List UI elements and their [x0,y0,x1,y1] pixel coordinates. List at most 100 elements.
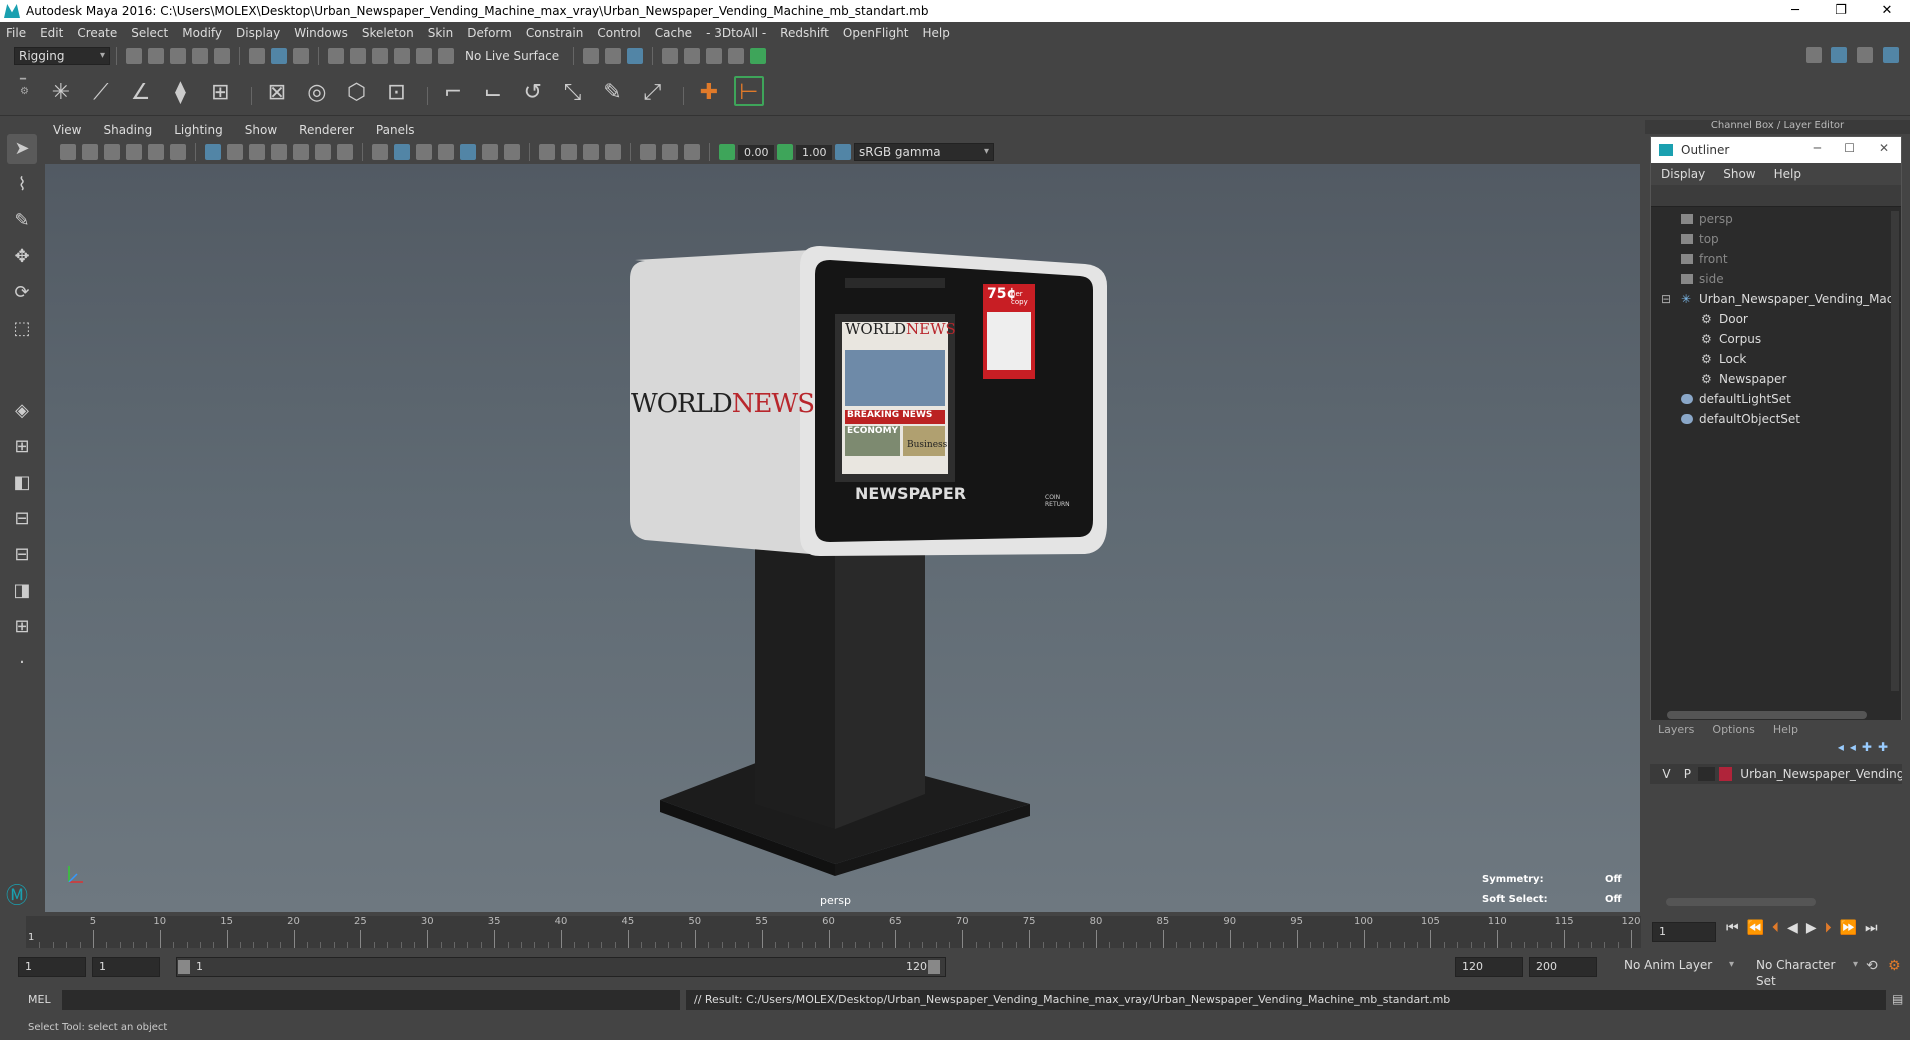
snap-curve-icon[interactable] [350,48,366,64]
paint-select-tool-icon[interactable]: ✎ [7,206,37,236]
step-back-key-icon[interactable]: ⏪ [1747,920,1772,936]
default-lighting-icon[interactable] [416,144,432,160]
outliner-item-persp[interactable]: persp [1651,209,1901,229]
channel-box-icon[interactable] [1883,47,1899,63]
layer-horizontal-scrollbar[interactable] [1666,898,1816,906]
move-layer-down-icon[interactable]: ◂ [1850,740,1862,754]
range-slider-end-handle[interactable] [928,960,940,974]
multisample-aa-icon[interactable] [561,144,577,160]
open-scene-icon[interactable] [148,48,164,64]
safe-title-icon[interactable] [337,144,353,160]
persp-outliner-layout-icon[interactable]: ◧ [7,468,37,498]
layer-row[interactable]: V P Urban_Newspaper_Vending_ [1650,764,1902,784]
close-button[interactable]: ✕ [1864,0,1910,22]
new-layer-icon[interactable]: ✚ [1862,740,1878,754]
character-set-dropdown[interactable]: No Character Set [1752,957,1862,988]
panel-menu-renderer[interactable]: Renderer [299,123,354,137]
outliner-item-top[interactable]: top [1651,229,1901,249]
grease-pencil-icon[interactable] [170,144,186,160]
remove-influence-icon[interactable]: ⤢ [637,78,667,108]
menu-3dtoall[interactable]: - 3DtoAll - [706,26,766,40]
panel-menu-shading[interactable]: Shading [103,123,152,137]
outliner-search-input[interactable] [1651,185,1901,207]
render-view-icon[interactable] [662,48,679,64]
menu-create[interactable]: Create [77,26,117,40]
select-camera-icon[interactable] [60,144,76,160]
tool-settings-icon[interactable] [1857,47,1874,63]
persp-graph-layout-icon[interactable]: ⊟ [7,504,37,534]
step-forward-key-icon[interactable]: ⏩ [1840,920,1865,936]
depth-of-field-icon[interactable] [583,144,599,160]
gate-mask-icon[interactable] [271,144,287,160]
layer-menu-help[interactable]: Help [1773,723,1798,736]
layer-name[interactable]: Urban_Newspaper_Vending_ [1740,767,1902,781]
collapse-icon[interactable]: ⊟ [1661,289,1671,309]
outliner-item-newspaper[interactable]: ⚙ Newspaper [1651,369,1901,389]
hypershade-layout-icon[interactable]: ⊟ [7,540,37,570]
outliner-vertical-scrollbar[interactable] [1891,211,1899,691]
new-layer-selected-icon[interactable]: ✚ [1878,740,1894,754]
outliner-item-door[interactable]: ⚙ Door [1651,309,1901,329]
wrap-deformer-icon[interactable]: ⊡ [381,78,411,108]
restore-button[interactable]: ❐ [1818,0,1864,22]
select-component-icon[interactable] [293,48,309,64]
construction-history-icon[interactable] [605,48,622,64]
outliner-horizontal-scrollbar[interactable] [1667,711,1867,719]
attribute-editor-icon[interactable] [1831,47,1848,63]
smooth-shade-icon[interactable] [394,144,410,160]
single-perspective-view-icon[interactable]: ◈ [7,396,37,426]
outliner-menu-help[interactable]: Help [1774,167,1801,181]
make-live-icon[interactable] [438,48,454,64]
menu-modify[interactable]: Modify [182,26,222,40]
layer-menu-options[interactable]: Options [1712,723,1754,736]
perspective-viewport[interactable]: WORLDNEWS WORLDNEWS BREAKING NEWS ECONOM… [45,164,1640,912]
play-forwards-icon[interactable]: ▶ [1806,920,1825,936]
menu-windows[interactable]: Windows [294,26,348,40]
add-influence-icon[interactable]: ✎ [597,78,627,108]
camera-attributes-icon[interactable] [82,144,98,160]
bind-skin-icon[interactable]: ⌐ [438,78,468,108]
xray-icon[interactable] [640,144,656,160]
screen-space-ao-icon[interactable] [504,144,520,160]
command-language-label[interactable]: MEL [28,993,51,1006]
shadows-icon[interactable] [482,144,498,160]
2d-pan-zoom-icon[interactable] [148,144,164,160]
playback-end-field[interactable]: 120 [1455,957,1523,977]
blend-shape-icon[interactable]: ◎ [302,78,332,108]
menu-deform[interactable]: Deform [467,26,512,40]
ik-handle-icon[interactable]: ⟋ [86,78,116,108]
film-gate-icon[interactable] [227,144,243,160]
shelf-options-icon[interactable]: ━ ⚙ [20,74,34,110]
safe-action-icon[interactable] [315,144,331,160]
menu-cache[interactable]: Cache [655,26,692,40]
ik-spline-icon[interactable]: ∠ [126,78,156,108]
go-to-start-icon[interactable]: ⏮ [1726,920,1747,936]
outliner-menu-show[interactable]: Show [1723,167,1755,181]
render-current-icon[interactable] [684,48,701,64]
outliner-menu-display[interactable]: Display [1661,167,1705,181]
exposure-value[interactable]: 0.00 [738,144,774,160]
redo-icon[interactable] [214,48,230,64]
outliner-close-button[interactable]: ✕ [1879,141,1889,155]
gamma-value[interactable]: 1.00 [796,144,832,160]
current-frame-field[interactable]: 1 [1652,922,1716,942]
parent-constraint-icon[interactable]: ⊢ [733,76,764,106]
layer-visibility-toggle[interactable]: V [1656,767,1677,781]
menu-redshift[interactable]: Redshift [780,26,829,40]
layout-menu-icon[interactable]: · [7,648,37,678]
menu-help[interactable]: Help [922,26,949,40]
render-settings-icon[interactable] [627,48,644,64]
new-scene-icon[interactable] [126,48,142,64]
layer-color-swatch[interactable] [1718,767,1733,781]
minimize-button[interactable]: ─ [1772,0,1818,22]
menu-set-dropdown[interactable]: Rigging [14,47,110,65]
menu-edit[interactable]: Edit [40,26,63,40]
snap-surface-icon[interactable] [394,48,410,64]
snap-grid-icon[interactable] [328,48,344,64]
menu-display[interactable]: Display [236,26,280,40]
four-view-layout-icon[interactable]: ⊞ [7,432,37,462]
menu-select[interactable]: Select [131,26,168,40]
bookmark-icon[interactable] [104,144,120,160]
menu-openflight[interactable]: OpenFlight [843,26,909,40]
interactive-bind-icon[interactable]: ↺ [518,78,548,108]
